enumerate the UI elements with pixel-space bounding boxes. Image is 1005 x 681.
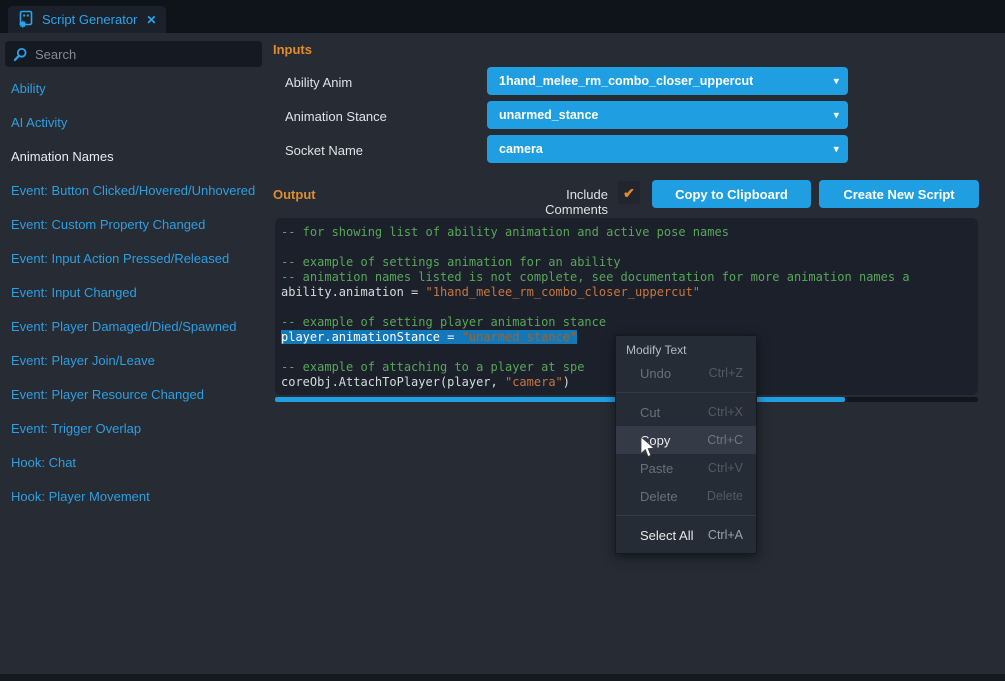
window-bottom-edge [0, 674, 1005, 681]
search-placeholder: Search [35, 47, 76, 62]
script-generator-window: Script Generator ✕ Search AbilityAI Acti… [0, 0, 1005, 681]
menu-item-paste: PasteCtrl+V [616, 454, 756, 482]
chevron-down-icon: ▾ [833, 143, 839, 156]
context-menu: Modify Text UndoCtrl+Z CutCtrl+XCopyCtrl+… [615, 335, 757, 554]
sidebar-item[interactable]: Hook: Player Movement [0, 479, 268, 513]
sidebar-item[interactable]: Event: Player Join/Leave [0, 343, 268, 377]
copy-to-clipboard-button[interactable]: Copy to Clipboard [652, 180, 811, 208]
sidebar: Search AbilityAI ActivityAnimation Names… [0, 33, 268, 674]
menu-item-cut: CutCtrl+X [616, 398, 756, 426]
sidebar-item[interactable]: Event: Input Action Pressed/Released [0, 241, 268, 275]
output-header: Output [273, 187, 316, 202]
tab-bar: Script Generator ✕ [0, 0, 1005, 33]
code-line: -- example of setting player animation s… [281, 315, 978, 330]
script-gear-icon [18, 10, 35, 29]
sidebar-item[interactable]: Event: Player Resource Changed [0, 377, 268, 411]
code-line: -- for showing list of ability animation… [281, 225, 978, 240]
include-comments-checkbox[interactable]: ✔ [618, 181, 640, 204]
sidebar-item[interactable]: Event: Button Clicked/Hovered/Unhovered [0, 173, 268, 207]
dropdown-value: camera [499, 142, 543, 156]
code-line: -- example of settings animation for an … [281, 255, 978, 270]
dropdown-ability-anim[interactable]: 1hand_melee_rm_combo_closer_uppercut ▾ [487, 67, 848, 95]
chevron-down-icon: ▾ [833, 109, 839, 122]
field-label-ability-anim: Ability Anim [285, 75, 352, 90]
sidebar-list: AbilityAI ActivityAnimation NamesEvent: … [0, 71, 268, 513]
sidebar-item[interactable]: Hook: Chat [0, 445, 268, 479]
code-line [281, 300, 978, 315]
sidebar-item[interactable]: AI Activity [0, 105, 268, 139]
dropdown-animation-stance[interactable]: unarmed_stance ▾ [487, 101, 848, 129]
tab-title: Script Generator [42, 12, 137, 27]
sidebar-item[interactable]: Animation Names [0, 139, 268, 173]
tab-script-generator[interactable]: Script Generator ✕ [8, 6, 166, 33]
menu-item-select-all[interactable]: Select AllCtrl+A [616, 521, 756, 549]
sidebar-item[interactable]: Event: Player Damaged/Died/Spawned [0, 309, 268, 343]
sidebar-item[interactable]: Event: Trigger Overlap [0, 411, 268, 445]
menu-item-copy[interactable]: CopyCtrl+C [616, 426, 756, 454]
sidebar-item[interactable]: Event: Input Changed [0, 275, 268, 309]
dropdown-socket-name[interactable]: camera ▾ [487, 135, 848, 163]
menu-item-delete: DeleteDelete [616, 482, 756, 510]
context-menu-items: UndoCtrl+Z CutCtrl+XCopyCtrl+CPasteCtrl+V… [616, 359, 756, 549]
sidebar-item[interactable]: Event: Custom Property Changed [0, 207, 268, 241]
search-input[interactable]: Search [5, 41, 262, 67]
code-line [281, 240, 978, 255]
checkmark-icon: ✔ [623, 186, 635, 200]
menu-separator [616, 392, 756, 393]
code-line: -- animation names listed is not complet… [281, 270, 978, 285]
context-menu-title: Modify Text [616, 336, 756, 359]
menu-item-undo: UndoCtrl+Z [616, 359, 756, 387]
field-label-socket-name: Socket Name [285, 143, 363, 158]
search-icon [13, 47, 28, 62]
include-comments-label: Include Comments [505, 187, 608, 217]
scrollbar-thumb[interactable] [275, 397, 845, 402]
code-line: ability.animation = "1hand_melee_rm_comb… [281, 285, 978, 300]
dropdown-value: unarmed_stance [499, 108, 598, 122]
field-label-animation-stance: Animation Stance [285, 109, 387, 124]
inputs-header: Inputs [273, 42, 312, 57]
close-icon[interactable]: ✕ [146, 13, 156, 27]
chevron-down-icon: ▾ [833, 75, 839, 88]
dropdown-value: 1hand_melee_rm_combo_closer_uppercut [499, 74, 753, 88]
menu-separator [616, 515, 756, 516]
sidebar-item[interactable]: Ability [0, 71, 268, 105]
create-new-script-button[interactable]: Create New Script [819, 180, 979, 208]
